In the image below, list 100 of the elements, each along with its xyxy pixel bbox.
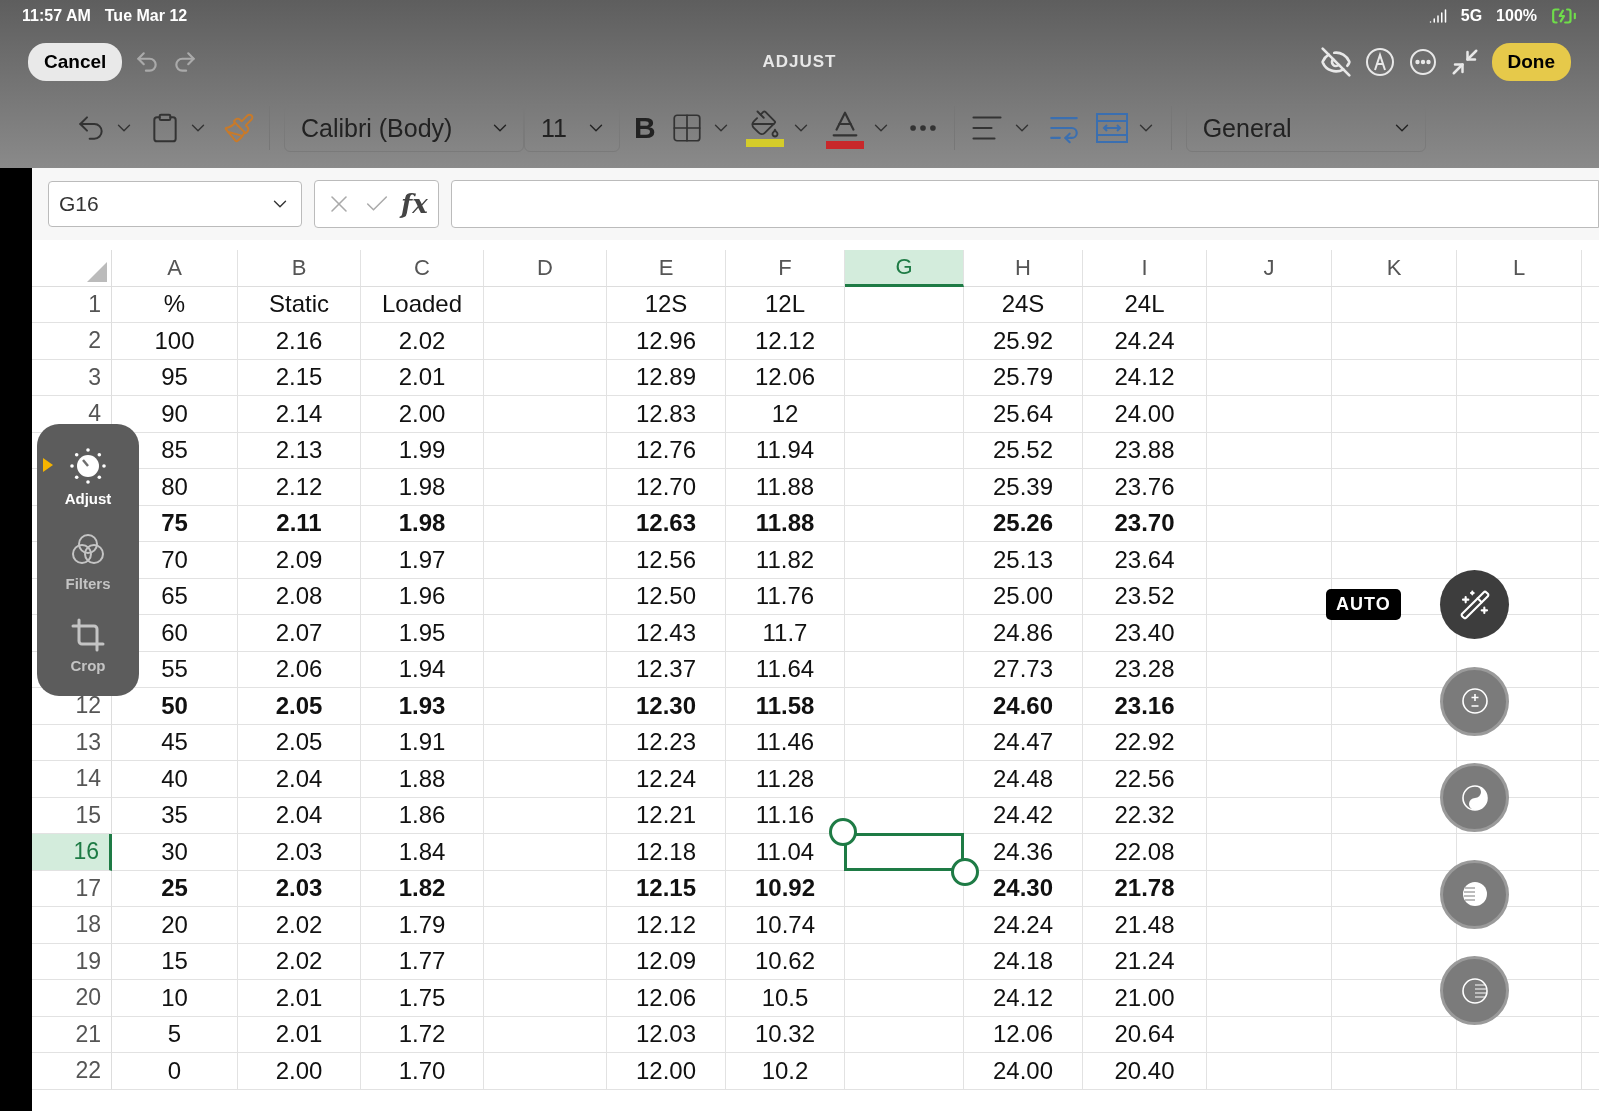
table-cell: 15 <box>112 943 238 980</box>
column-header[interactable]: D <box>484 250 607 287</box>
table-cell: 12.06 <box>607 980 726 1017</box>
name-box[interactable]: G16 <box>48 181 302 227</box>
table-cell: 25.00 <box>964 578 1083 615</box>
table-cell: % <box>112 286 238 323</box>
eye-off-icon[interactable] <box>1319 46 1352 78</box>
done-button[interactable]: Done <box>1491 43 1571 81</box>
row-header[interactable]: 18 <box>32 907 112 944</box>
more-icon[interactable] <box>1407 47 1438 77</box>
table-cell: 12.23 <box>607 724 726 761</box>
table-cell: 2.04 <box>238 761 361 798</box>
row-header[interactable]: 2 <box>32 323 112 360</box>
status-time: 11:57 AM <box>22 7 91 25</box>
table-cell: 2.00 <box>361 396 484 433</box>
column-header[interactable]: A <box>112 250 238 287</box>
select-all-icon[interactable] <box>87 261 107 282</box>
auto-badge: AUTO <box>1326 589 1401 620</box>
table-cell: 2.08 <box>238 578 361 615</box>
table-cell: 30 <box>112 834 238 871</box>
table-cell: 11.94 <box>726 432 845 469</box>
table-cell: 2.04 <box>238 797 361 834</box>
column-header[interactable]: H <box>964 250 1083 287</box>
row-header[interactable]: 14 <box>32 761 112 798</box>
table-cell: 2.05 <box>238 724 361 761</box>
table-cell: 12L <box>726 286 845 323</box>
table-cell: 1.82 <box>361 870 484 907</box>
bold-button[interactable]: B <box>634 111 656 145</box>
row-header[interactable]: 17 <box>32 870 112 907</box>
table-cell: 25 <box>112 870 238 907</box>
table-cell: 24L <box>1083 286 1207 323</box>
table-cell: 24.00 <box>1083 396 1207 433</box>
table-cell: 10 <box>112 980 238 1017</box>
table-cell: 24.60 <box>964 688 1083 725</box>
table-cell: 1.97 <box>361 542 484 579</box>
table-cell: 2.13 <box>238 432 361 469</box>
table-cell: 10.32 <box>726 1016 845 1053</box>
table-cell: 2.06 <box>238 651 361 688</box>
row-header[interactable]: 16 <box>32 834 112 871</box>
table-cell: 11.28 <box>726 761 845 798</box>
markup-icon[interactable] <box>1363 46 1396 78</box>
table-cell: 20.64 <box>1083 1016 1207 1053</box>
table-cell: 20 <box>112 907 238 944</box>
column-header[interactable]: K <box>1332 250 1457 287</box>
column-header[interactable]: I <box>1083 250 1207 287</box>
table-cell: 12.30 <box>607 688 726 725</box>
row-header[interactable]: 1 <box>32 286 112 323</box>
function-button[interactable]: fx <box>401 189 428 219</box>
column-header[interactable]: G <box>845 250 964 287</box>
table-cell: 22.56 <box>1083 761 1207 798</box>
row-header[interactable]: 15 <box>32 797 112 834</box>
table-cell: 1.77 <box>361 943 484 980</box>
column-header[interactable]: F <box>726 250 845 287</box>
column-header[interactable]: L <box>1457 250 1582 287</box>
table-cell: 12.00 <box>607 1053 726 1090</box>
formula-field[interactable] <box>450 180 1599 228</box>
fill-color-icon[interactable] <box>745 109 784 147</box>
row-header[interactable]: 20 <box>32 980 112 1017</box>
table-cell: 10.62 <box>726 943 845 980</box>
table-cell: 23.64 <box>1083 542 1207 579</box>
editor-title: ADJUST <box>762 52 837 72</box>
row-header[interactable]: 13 <box>32 724 112 761</box>
table-cell: 25.26 <box>964 505 1083 542</box>
column-header[interactable]: C <box>361 250 484 287</box>
table-cell: 24.30 <box>964 870 1083 907</box>
table-cell: 25.39 <box>964 469 1083 506</box>
table-cell: 27.73 <box>964 651 1083 688</box>
column-header[interactable]: E <box>607 250 726 287</box>
row-header[interactable]: 3 <box>32 359 112 396</box>
table-cell: 1.88 <box>361 761 484 798</box>
table-cell: 2.02 <box>238 907 361 944</box>
table-cell: 24.12 <box>964 980 1083 1017</box>
table-cell: 2.02 <box>361 323 484 360</box>
table-cell: 1.96 <box>361 578 484 615</box>
table-cell: 2.16 <box>238 323 361 360</box>
column-header[interactable]: B <box>238 250 361 287</box>
row-header[interactable]: 22 <box>32 1053 112 1090</box>
table-cell: 24S <box>964 286 1083 323</box>
table-cell: 23.28 <box>1083 651 1207 688</box>
table-cell: 23.88 <box>1083 432 1207 469</box>
table-cell: 11.82 <box>726 542 845 579</box>
column-header[interactable]: J <box>1207 250 1332 287</box>
table-cell: 2.12 <box>238 469 361 506</box>
table-cell: 2.01 <box>361 359 484 396</box>
table-cell: 12.37 <box>607 651 726 688</box>
table-cell: 25.64 <box>964 396 1083 433</box>
table-cell: 1.99 <box>361 432 484 469</box>
table-cell: 12.89 <box>607 359 726 396</box>
table-cell: 12.76 <box>607 432 726 469</box>
cancel-button[interactable]: Cancel <box>28 43 123 81</box>
row-header[interactable]: 21 <box>32 1016 112 1053</box>
half-circle-icon <box>1460 976 1489 1005</box>
table-cell: 23.16 <box>1083 688 1207 725</box>
table-cell: 11.46 <box>726 724 845 761</box>
table-cell: 21.48 <box>1083 907 1207 944</box>
table-cell: 1.95 <box>361 615 484 652</box>
row-header[interactable]: 19 <box>32 943 112 980</box>
table-cell: 11.76 <box>726 578 845 615</box>
selection-box[interactable] <box>829 818 979 886</box>
table-cell: Static <box>238 286 361 323</box>
